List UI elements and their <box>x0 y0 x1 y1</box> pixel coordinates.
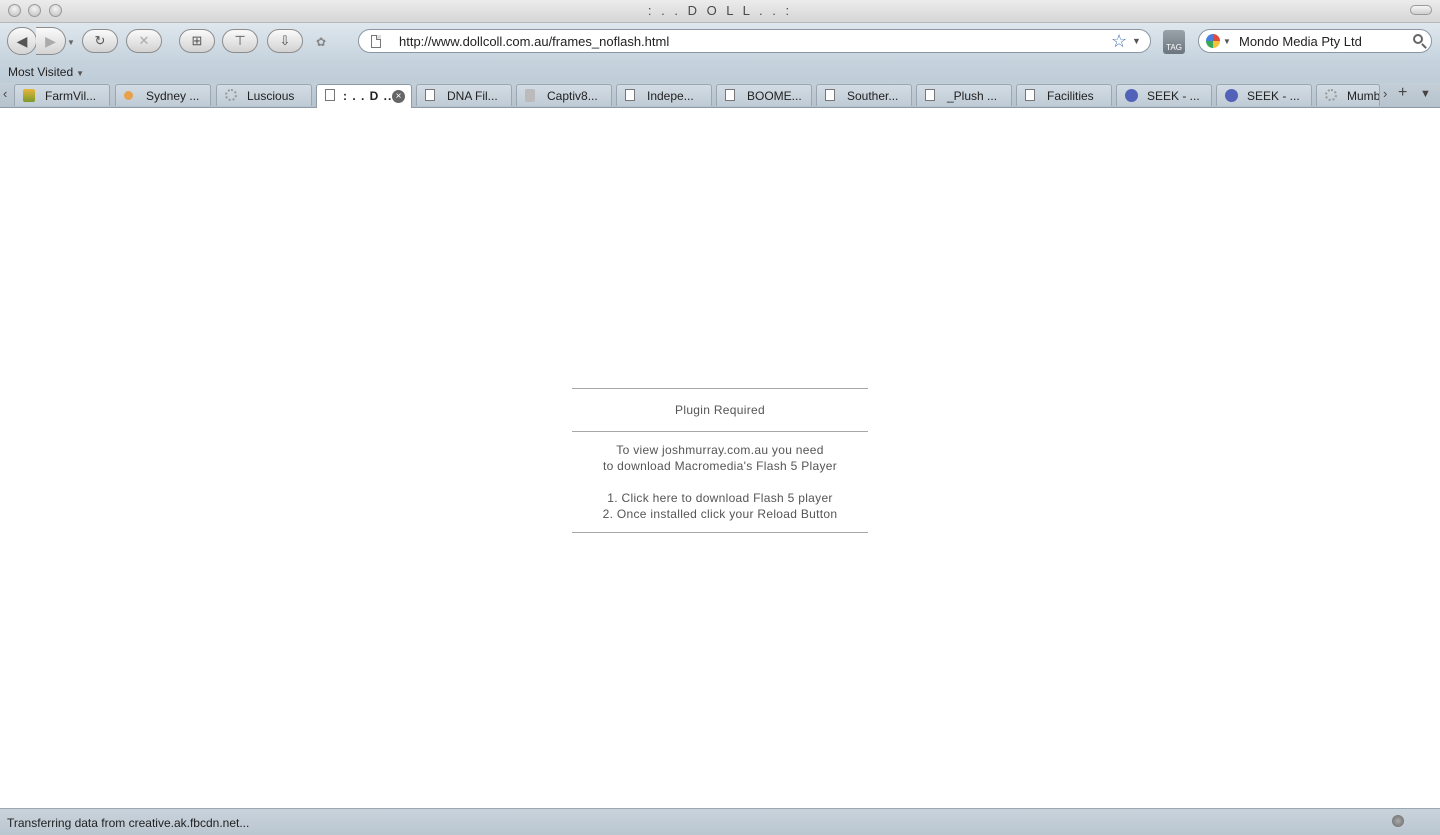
tab-farmville[interactable]: FarmVil... <box>14 84 110 106</box>
tab-label: Sydney ... <box>146 89 200 103</box>
page-icon <box>425 89 435 101</box>
tab-label: _Plush ... <box>947 89 998 103</box>
page-icon <box>625 89 635 101</box>
tab-label: Souther... <box>847 89 899 103</box>
page-icon <box>925 89 935 101</box>
back-arrow-icon: ◀ <box>16 32 28 49</box>
back-button[interactable]: ◀ <box>7 27 37 55</box>
forward-arrow-icon: ▶ <box>45 32 56 49</box>
tab-label: DNA Fil... <box>447 89 498 103</box>
bookmark-star-icon[interactable]: ☆ <box>1111 32 1127 50</box>
plugin-required-notice: Plugin Required To view joshmurray.com.a… <box>572 388 868 533</box>
tab-label: Indepe... <box>647 89 694 103</box>
tab-facilities[interactable]: Facilities <box>1016 84 1112 106</box>
tab-independent[interactable]: Indepe... <box>616 84 712 106</box>
globe-icon <box>1225 89 1238 102</box>
reload-instruction: 2. Once installed click your Reload Butt… <box>602 507 838 521</box>
tab-label: FarmVil... <box>45 89 97 103</box>
navigation-toolbar: ◀ ▶ ▼ ↻ ✕ ⊞ ⊤ ⇩ ✿ ☆ ▼ TAG ▼ <box>0 23 1440 61</box>
search-engine-dropdown-icon[interactable]: ▼ <box>1223 37 1231 46</box>
farm-icon <box>23 89 35 102</box>
stop-button[interactable]: ✕ <box>126 29 162 53</box>
scroll-tabs-right-icon[interactable]: › <box>1383 86 1387 101</box>
tab-label: BOOME... <box>747 89 802 103</box>
person-icon <box>525 89 535 102</box>
new-tab-plus-icon[interactable]: + <box>1398 84 1407 102</box>
tab-mumbrella[interactable]: Mumb <box>1316 84 1380 106</box>
page-icon <box>371 35 381 48</box>
extension-icon[interactable]: ✿ <box>316 35 326 49</box>
list-all-tabs-icon[interactable]: ▼ <box>1420 88 1431 100</box>
page-icon <box>825 89 835 101</box>
close-tab-icon[interactable]: × <box>392 90 405 103</box>
url-bar[interactable] <box>358 29 1151 53</box>
tag-label: TAG <box>1166 43 1182 52</box>
tab-label: : . . D ... <box>343 89 397 103</box>
tab-captiv8[interactable]: Captiv8... <box>516 84 612 106</box>
history-dropdown-icon[interactable]: ▼ <box>67 38 75 47</box>
reload-icon: ↻ <box>94 33 106 48</box>
most-visited-menu[interactable]: Most Visited ▼ <box>8 65 84 79</box>
stop-icon: ✕ <box>138 33 150 48</box>
search-bar[interactable]: ▼ <box>1198 29 1432 53</box>
url-input[interactable] <box>399 32 1089 50</box>
window-titlebar: : . . D O L L . . : <box>0 0 1440 23</box>
search-icon[interactable] <box>1413 34 1423 44</box>
tab-boomerang[interactable]: BOOME... <box>716 84 812 106</box>
bookmarks-bar: Most Visited ▼ <box>0 61 1440 83</box>
google-icon[interactable] <box>1206 34 1220 48</box>
url-history-dropdown-icon[interactable]: ▼ <box>1132 36 1141 46</box>
page-icon <box>1025 89 1035 101</box>
plugin-title: Plugin Required <box>675 403 765 417</box>
page-content: Plugin Required To view joshmurray.com.a… <box>0 108 1440 808</box>
tab-southern[interactable]: Souther... <box>816 84 912 106</box>
page-icon <box>725 89 735 101</box>
toolbar-toggle-button[interactable] <box>1410 5 1432 15</box>
tab-label: Luscious <box>247 89 295 103</box>
tab-dna-films[interactable]: DNA Fil... <box>416 84 512 106</box>
dot-icon <box>124 91 133 100</box>
tab-seek-1[interactable]: SEEK - ... <box>1116 84 1212 106</box>
loading-icon <box>1325 89 1337 101</box>
tab-luscious[interactable]: Luscious <box>216 84 312 106</box>
download-icon: ⇩ <box>279 33 291 48</box>
tab-strip: ‹ FarmVil... Sydney ... Luscious : . . D… <box>0 83 1440 108</box>
tab-label: SEEK - ... <box>1147 89 1200 103</box>
bookmark-add-button[interactable]: ⊤ <box>222 29 258 53</box>
chevron-down-icon: ▼ <box>76 69 85 78</box>
most-visited-label: Most Visited <box>8 65 74 79</box>
download-flash-link[interactable]: 1. Click here to download Flash 5 player <box>607 491 832 505</box>
tab-plush[interactable]: _Plush ... <box>916 84 1012 106</box>
tab-doll[interactable]: : . . D ... × <box>316 84 412 108</box>
forward-button[interactable]: ▶ <box>36 27 66 55</box>
bookmark-add-icon: ⊤ <box>234 33 246 48</box>
tab-label: Captiv8... <box>547 89 598 103</box>
new-tab-icon: ⊞ <box>191 33 203 48</box>
status-indicator-icon <box>1392 815 1404 827</box>
tag-icon[interactable]: TAG <box>1163 30 1185 54</box>
globe-icon <box>1125 89 1138 102</box>
loading-icon <box>225 89 237 101</box>
message-line: to download Macromedia's Flash 5 Player <box>602 459 838 473</box>
status-text: Transferring data from creative.ak.fbcdn… <box>7 816 250 830</box>
scroll-tabs-left-icon[interactable]: ‹ <box>3 86 7 101</box>
status-bar: Transferring data from creative.ak.fbcdn… <box>0 808 1440 835</box>
divider <box>572 532 868 533</box>
search-input[interactable] <box>1239 32 1409 50</box>
tab-sydney[interactable]: Sydney ... <box>115 84 211 106</box>
message-line: To view joshmurray.com.au you need <box>616 443 824 457</box>
tab-label: Mumb <box>1347 89 1380 103</box>
divider <box>572 431 868 432</box>
downloads-button[interactable]: ⇩ <box>267 29 303 53</box>
divider <box>572 388 868 389</box>
tab-label: SEEK - ... <box>1247 89 1300 103</box>
reload-button[interactable]: ↻ <box>82 29 118 53</box>
page-icon <box>325 89 335 101</box>
tab-seek-2[interactable]: SEEK - ... <box>1216 84 1312 106</box>
tab-label: Facilities <box>1047 89 1094 103</box>
new-tab-toolbar-button[interactable]: ⊞ <box>179 29 215 53</box>
window-title: : . . D O L L . . : <box>647 3 793 18</box>
